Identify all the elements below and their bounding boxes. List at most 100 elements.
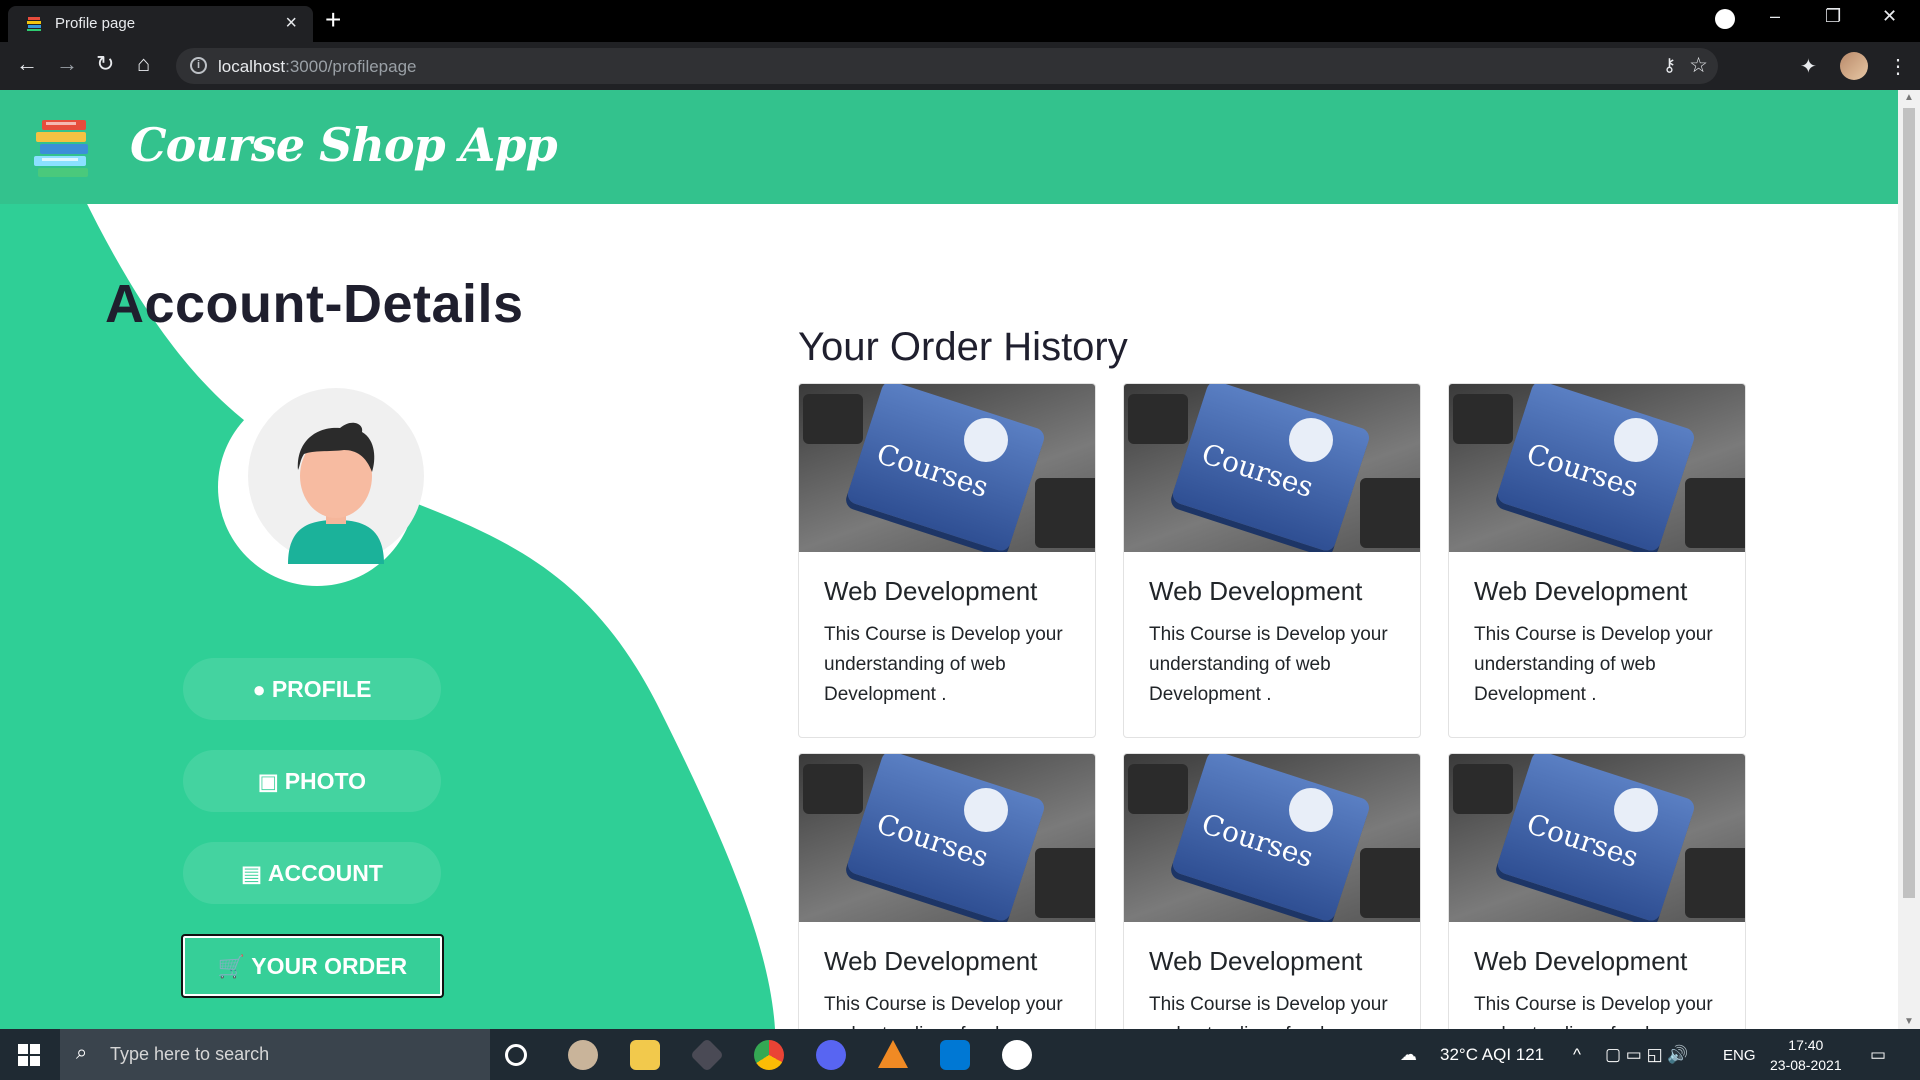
keyboard-key	[1360, 478, 1420, 548]
course-keyboard-image: Courses	[799, 754, 1095, 922]
order-card[interactable]: Courses Web Development This Course is D…	[798, 753, 1096, 1029]
graduate-icon	[964, 418, 1008, 462]
order-card[interactable]: Courses Web Development This Course is D…	[798, 383, 1096, 738]
new-tab-icon[interactable]: +	[325, 4, 341, 36]
graduate-icon	[1614, 788, 1658, 832]
order-card[interactable]: Courses Web Development This Course is D…	[1123, 753, 1421, 1029]
books-favicon-icon	[27, 17, 41, 31]
card-title: Web Development	[824, 576, 1038, 606]
browser-window: Profile page × + – ❐ ✕ ← → ↻ ⌂ i localho…	[0, 0, 1920, 1080]
weather-icon[interactable]: ☁	[1400, 1045, 1417, 1065]
books-logo-icon[interactable]	[32, 118, 94, 178]
url-text: localhost:3000/profilepage	[218, 57, 417, 76]
course-keyboard-image: Courses	[1124, 384, 1420, 552]
password-key-icon[interactable]: ⚷	[1663, 55, 1676, 76]
keyboard-key	[803, 764, 863, 814]
card-description: This Course is Develop your understandin…	[1149, 624, 1388, 705]
vlc-icon[interactable]	[878, 1040, 908, 1068]
keyboard-key	[803, 394, 863, 444]
scroll-down-arrow-icon[interactable]: ▼	[1904, 1016, 1914, 1027]
card-description: This Course is Develop your understandin…	[1149, 994, 1388, 1029]
course-keyboard-image: Courses	[799, 384, 1095, 552]
tab-profile-page[interactable]: Profile page ×	[8, 6, 313, 42]
card-description: This Course is Develop your understandin…	[1474, 994, 1713, 1029]
keyboard-key	[1360, 848, 1420, 918]
keyboard-key	[1453, 394, 1513, 444]
id-card-icon: ▤	[241, 861, 262, 886]
user-avatar-icon[interactable]	[1840, 52, 1868, 80]
vscode-icon[interactable]	[940, 1040, 970, 1070]
windows-start-icon[interactable]	[18, 1044, 40, 1066]
card-description: This Course is Develop your understandin…	[1474, 624, 1713, 705]
user-circle-icon: ●	[252, 677, 266, 702]
chrome-menu-icon[interactable]: ⋮	[1888, 54, 1908, 79]
your-order-button[interactable]: 🛒 YOUR ORDER	[181, 934, 444, 998]
order-card[interactable]: Courses Web Development This Course is D…	[1448, 753, 1746, 1029]
profile-button[interactable]: ● PROFILE	[183, 658, 441, 720]
graduate-icon	[1614, 418, 1658, 462]
close-window-icon[interactable]: ✕	[1882, 6, 1897, 27]
order-card[interactable]: Courses Web Development This Course is D…	[1123, 383, 1421, 738]
unity-icon[interactable]	[690, 1038, 724, 1072]
weather-text[interactable]: 32°C AQI 121	[1440, 1045, 1544, 1065]
mongodb-compass-icon[interactable]	[1002, 1040, 1032, 1070]
id-badge-icon: ▣	[257, 769, 279, 794]
course-keyboard-image: Courses	[1124, 754, 1420, 922]
profile-button-label: PROFILE	[271, 676, 372, 702]
notifications-icon[interactable]: ▭	[1870, 1045, 1886, 1065]
profile-avatar	[218, 388, 424, 586]
taskbar-search[interactable]: ⌕ Type here to search	[60, 1029, 490, 1080]
graduate-icon	[1289, 788, 1333, 832]
close-tab-icon[interactable]: ×	[285, 12, 297, 35]
course-keyboard-image: Courses	[1449, 754, 1745, 922]
account-details-heading: Account-Details	[105, 274, 524, 334]
app-icon-round[interactable]	[568, 1040, 598, 1070]
taskbar-clock[interactable]: 17:40 23-08-2021	[1770, 1035, 1842, 1075]
card-title: Web Development	[1474, 576, 1688, 606]
photo-button-label: PHOTO	[284, 768, 367, 794]
account-button[interactable]: ▤ ACCOUNT	[183, 842, 441, 904]
search-icon: ⌕	[76, 1042, 88, 1064]
card-title: Web Development	[1149, 946, 1363, 976]
card-title: Web Development	[1474, 946, 1688, 976]
site-info-icon[interactable]: i	[190, 57, 207, 74]
photo-button[interactable]: ▣ PHOTO	[183, 750, 441, 812]
brand-title[interactable]: Course Shop App	[130, 118, 558, 172]
keyboard-key	[1035, 848, 1095, 918]
scrollbar-thumb[interactable]	[1903, 108, 1915, 898]
reload-icon[interactable]: ↻	[96, 51, 114, 77]
app-header: Course Shop App	[0, 90, 1898, 204]
address-bar[interactable]: i localhost:3000/profilepage ⚷ ☆	[176, 48, 1718, 84]
profile-menu-icon[interactable]	[1715, 9, 1735, 29]
cortana-icon[interactable]	[505, 1044, 527, 1066]
chrome-icon[interactable]	[754, 1040, 784, 1070]
card-title: Web Development	[824, 946, 1038, 976]
language-indicator[interactable]: ENG	[1723, 1047, 1756, 1064]
back-icon[interactable]: ←	[16, 51, 38, 77]
home-icon[interactable]: ⌂	[137, 51, 150, 77]
order-card[interactable]: Courses Web Development This Course is D…	[1448, 383, 1746, 738]
graduate-icon	[964, 788, 1008, 832]
account-button-label: ACCOUNT	[267, 860, 383, 886]
tab-title: Profile page	[55, 15, 136, 32]
search-placeholder: Type here to search	[110, 1044, 270, 1064]
order-history-heading: Your Order History	[798, 325, 1128, 369]
keyboard-key	[1453, 764, 1513, 814]
forward-icon[interactable]: →	[56, 51, 78, 77]
tray-chevron-icon[interactable]: ^	[1573, 1045, 1581, 1065]
extensions-icon[interactable]: ✦	[1800, 54, 1817, 79]
tab-bar: Profile page × + – ❐ ✕	[0, 0, 1920, 42]
tray-icons[interactable]: ▢ ▭ ◱ 🔊	[1605, 1045, 1689, 1065]
file-explorer-icon[interactable]	[630, 1040, 660, 1070]
keyboard-key	[1685, 848, 1745, 918]
keyboard-key	[1035, 478, 1095, 548]
page-viewport: Course Shop App Account-Details ● PROFILE…	[0, 90, 1898, 1029]
restore-icon[interactable]: ❐	[1825, 6, 1841, 27]
browser-toolbar: ← → ↻ ⌂ i localhost:3000/profilepage ⚷ ☆…	[0, 42, 1920, 90]
minimize-icon[interactable]: –	[1770, 6, 1780, 27]
bookmark-star-icon[interactable]: ☆	[1689, 53, 1708, 78]
discord-icon[interactable]	[816, 1040, 846, 1070]
scroll-up-arrow-icon[interactable]: ▲	[1904, 92, 1914, 103]
page-scrollbar[interactable]: ▲ ▼	[1898, 90, 1920, 1029]
keyboard-key	[1128, 394, 1188, 444]
